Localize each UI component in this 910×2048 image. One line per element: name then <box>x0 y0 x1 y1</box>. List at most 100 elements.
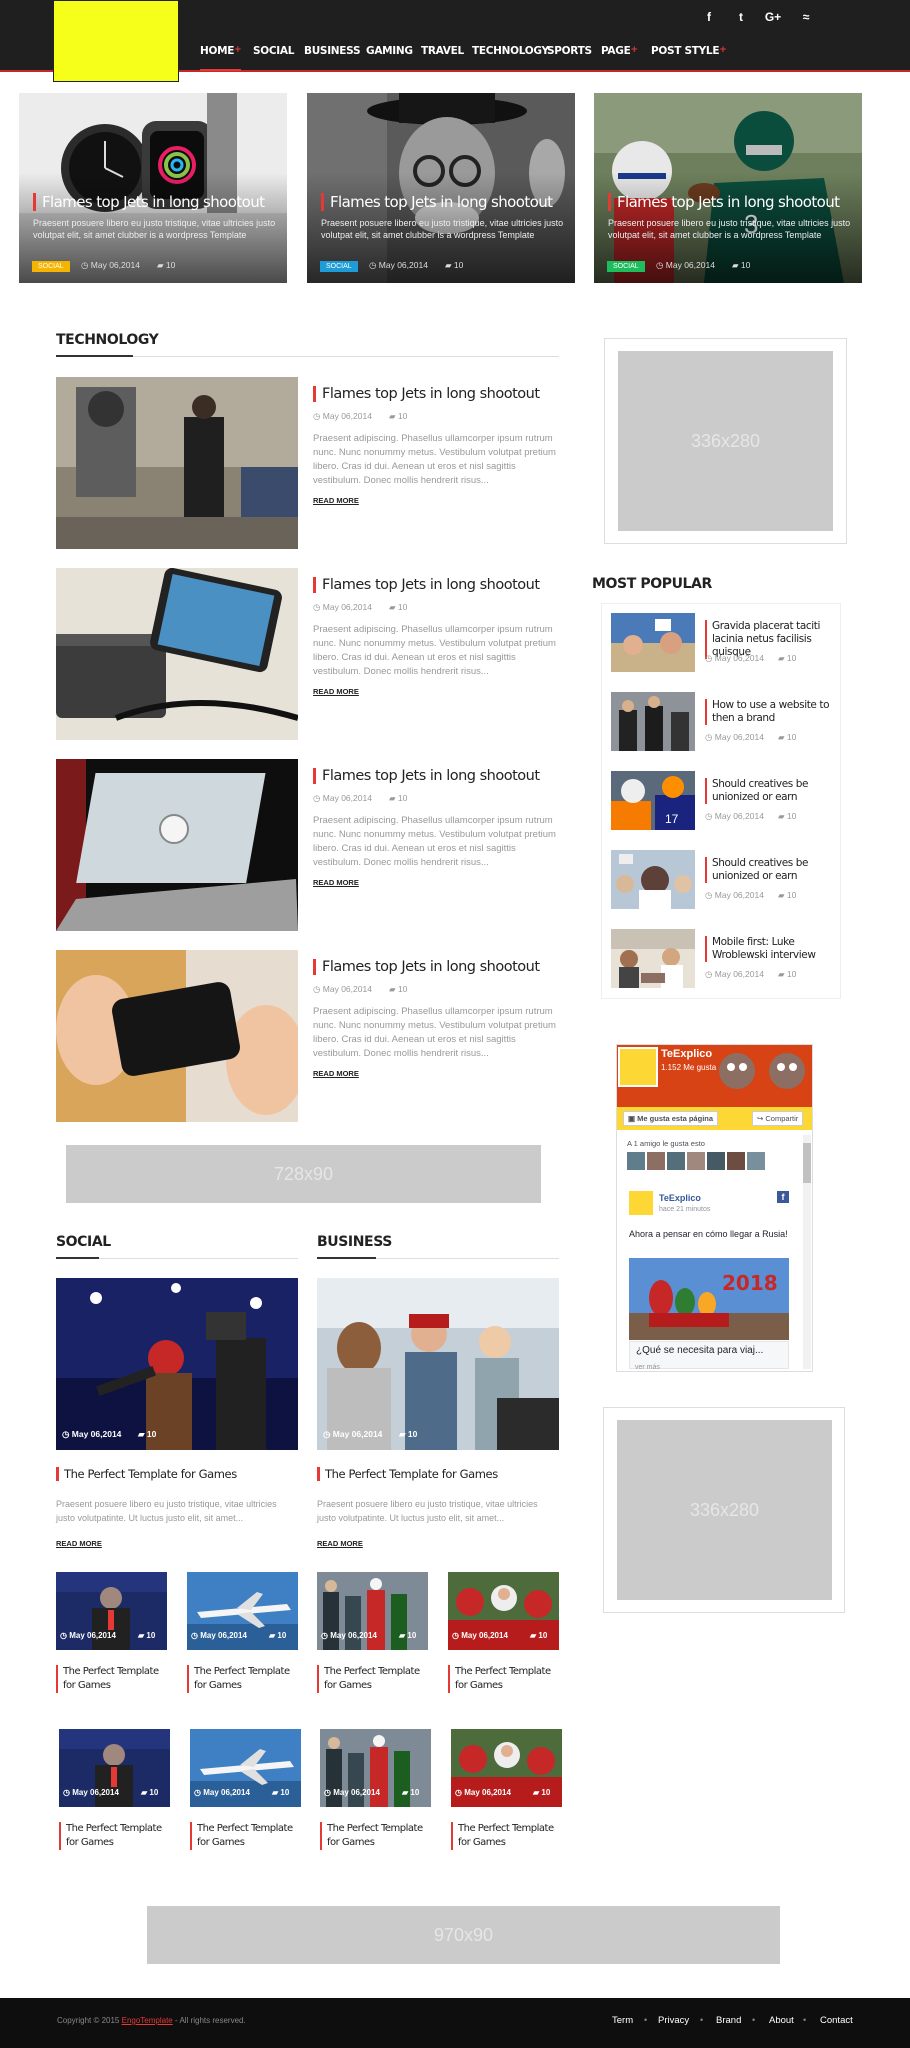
scrollbar[interactable] <box>803 1135 811 1369</box>
nav-item-technology[interactable]: TECHNOLOGY <box>472 45 549 71</box>
section-underline <box>317 1257 376 1259</box>
post-title[interactable]: Flames top Jets in long shootout <box>313 577 540 593</box>
ad-sidebar-top[interactable]: 336x280 <box>618 351 833 531</box>
popular-thumbnail[interactable] <box>611 929 695 988</box>
hero-title[interactable]: Flames top Jets in long shootout <box>608 193 840 211</box>
nav-item-page[interactable]: PAGE+ <box>601 45 638 71</box>
footer-separator: • <box>700 2015 704 2025</box>
comment-count: ▰ 10 <box>399 1429 418 1439</box>
post-thumbnail[interactable] <box>317 1278 559 1450</box>
read-more-link[interactable]: READ MORE <box>313 1069 359 1078</box>
footer-link-privacy[interactable]: Privacy <box>658 2015 689 2026</box>
ad-sidebar-bottom[interactable]: 336x280 <box>617 1420 832 1600</box>
read-more-link[interactable]: READ MORE <box>313 496 359 505</box>
ad-leaderboard[interactable]: 728x90 <box>66 1145 541 1203</box>
popular-thumbnail[interactable] <box>611 692 695 751</box>
popular-thumbnail[interactable]: 17 <box>611 771 695 830</box>
post-thumbnail[interactable] <box>56 568 298 740</box>
avatar[interactable] <box>629 1191 653 1215</box>
popular-title[interactable]: How to use a website to then a brand <box>705 699 835 725</box>
footer-separator: • <box>803 2015 807 2025</box>
facebook-share-button[interactable]: ↪ Compartir <box>752 1111 804 1126</box>
category-badge[interactable]: SOCIAL <box>32 261 70 272</box>
rss-icon[interactable]: ≈ <box>794 6 818 28</box>
read-more-link[interactable]: READ MORE <box>313 878 359 887</box>
post-title[interactable]: The Perfect Template for Games <box>448 1665 556 1693</box>
post-title[interactable]: Flames top Jets in long shootout <box>313 959 540 975</box>
footer-link-term[interactable]: Term <box>612 2015 633 2026</box>
post-title[interactable]: The Perfect Template for Games <box>320 1822 428 1850</box>
comment-count: ▰ 10 <box>138 1631 156 1640</box>
hero-title[interactable]: Flames top Jets in long shootout <box>321 193 553 211</box>
popular-title[interactable]: Mobile first: Luke Wroblewski interview <box>705 936 835 962</box>
post-title[interactable]: The Perfect Template for Games <box>317 1467 498 1481</box>
facebook-like-button[interactable]: ▣ Me gusta esta página <box>623 1111 719 1126</box>
twitter-icon[interactable]: t <box>729 6 753 28</box>
comment-count: ▰ 10 <box>389 793 408 803</box>
hero-excerpt: Praesent posuere libero eu justo tristiq… <box>33 218 276 240</box>
section-underline <box>56 355 133 357</box>
post-title[interactable]: Flames top Jets in long shootout <box>313 386 540 402</box>
nav-item-post-style[interactable]: POST STYLE+ <box>651 45 727 71</box>
post-title[interactable]: The Perfect Template for Games <box>187 1665 295 1693</box>
read-more-link[interactable]: READ MORE <box>317 1539 363 1548</box>
post-title[interactable]: The Perfect Template for Games <box>317 1665 425 1693</box>
read-more-link[interactable]: READ MORE <box>313 687 359 696</box>
facebook-page-name[interactable]: TeExplico <box>661 1048 712 1060</box>
facebook-post-author[interactable]: TeExplico <box>659 1193 701 1203</box>
section-heading-social: SOCIAL <box>56 1234 111 1250</box>
post-thumbnail[interactable] <box>56 950 298 1122</box>
facebook-link-title[interactable]: ¿Qué se necesita para viaj... <box>630 1342 788 1359</box>
facebook-icon[interactable]: f <box>697 6 721 28</box>
post-title[interactable]: The Perfect Template for Games <box>56 1665 164 1693</box>
copyright-brand-link[interactable]: EngoTemplate <box>122 2016 173 2025</box>
nav-item-gaming[interactable]: GAMING <box>366 45 413 71</box>
comment-count: ▰ 10 <box>778 732 797 742</box>
post-date: ◷ May 06,2014 <box>705 969 764 979</box>
post-thumbnail[interactable] <box>56 759 298 931</box>
hero-excerpt: Praesent posuere libero eu justo tristiq… <box>608 218 851 240</box>
post-date: ◷ May 06,2014 <box>313 602 372 612</box>
comment-count: ▰ 10 <box>778 653 797 663</box>
hero-card[interactable]: Flames top Jets in long shootout Praesen… <box>307 93 575 283</box>
comment-count: ▰ 10 <box>269 1631 287 1640</box>
popular-thumbnail[interactable] <box>611 613 695 672</box>
nav-item-social[interactable]: SOCIAL <box>253 45 294 71</box>
facebook-friends-like: A 1 amigo le gusta esto <box>627 1139 705 1148</box>
read-more-link[interactable]: READ MORE <box>56 1539 102 1548</box>
footer-link-brand[interactable]: Brand <box>716 2015 741 2026</box>
post-title[interactable]: The Perfect Template for Games <box>451 1822 559 1850</box>
post-date: ◷ May 06,2014 <box>324 1788 380 1797</box>
category-badge[interactable]: SOCIAL <box>320 261 358 272</box>
footer-link-about[interactable]: About <box>769 2015 794 2026</box>
hero-title[interactable]: Flames top Jets in long shootout <box>33 193 265 211</box>
post-title[interactable]: Flames top Jets in long shootout <box>313 768 540 784</box>
post-title[interactable]: The Perfect Template for Games <box>59 1822 167 1850</box>
hero-card[interactable]: 3 Flames top Jets in long shootout Praes… <box>594 93 862 283</box>
post-title[interactable]: The Perfect Template for Games <box>56 1467 237 1481</box>
post-date: ◷ May 06,2014 <box>194 1788 250 1797</box>
ad-bottom-banner[interactable]: 970x90 <box>147 1906 780 1964</box>
comment-count: ▰ 10 <box>778 811 797 821</box>
facebook-friend-avatars <box>627 1152 765 1170</box>
nav-item-travel[interactable]: TRAVEL <box>421 45 464 71</box>
facebook-see-more[interactable]: ver más <box>635 1364 660 1371</box>
post-title[interactable]: The Perfect Template for Games <box>190 1822 298 1850</box>
category-badge[interactable]: SOCIAL <box>607 261 645 272</box>
post-date: ◷ May 06,2014 <box>705 890 764 900</box>
post-excerpt: Praesent adipiscing. Phasellus ullamcorp… <box>313 624 556 677</box>
google-plus-icon[interactable]: G+ <box>761 6 785 28</box>
comment-count: ▰ 10 <box>778 890 797 900</box>
comment-count: ▰ 10 <box>138 1429 157 1439</box>
nav-item-business[interactable]: BUSINESS <box>304 45 361 71</box>
popular-thumbnail[interactable] <box>611 850 695 909</box>
hero-card[interactable]: Flames top Jets in long shootout Praesen… <box>19 93 287 283</box>
post-thumbnail[interactable] <box>56 377 298 549</box>
nav-item-sports[interactable]: SPORTS <box>547 45 592 71</box>
post-thumbnail[interactable] <box>56 1278 298 1450</box>
site-logo[interactable] <box>53 0 179 82</box>
nav-item-home[interactable]: HOME+ <box>200 45 242 71</box>
footer-link-contact[interactable]: Contact <box>820 2015 853 2026</box>
popular-title[interactable]: Should creatives be unionized or earn <box>705 778 835 804</box>
popular-title[interactable]: Should creatives be unionized or earn <box>705 857 835 883</box>
